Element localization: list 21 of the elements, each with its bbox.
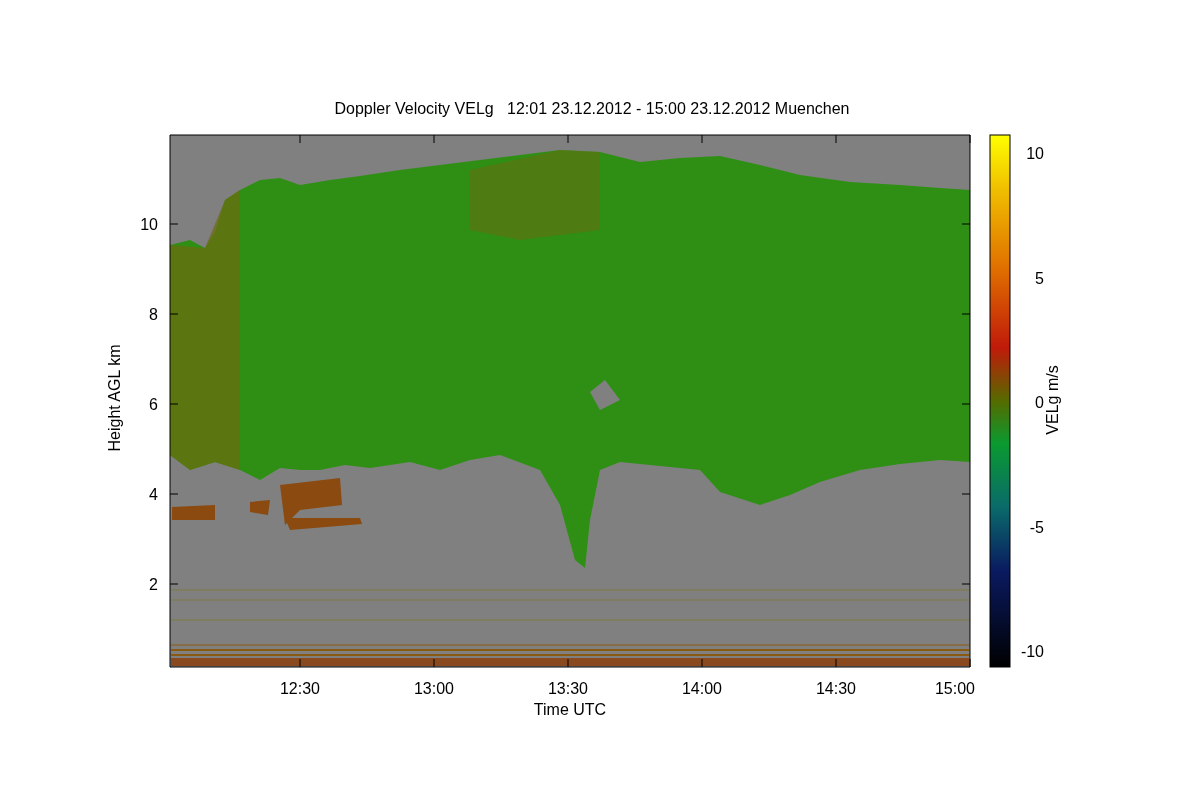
colorbar-tick-label: -5: [1029, 518, 1044, 536]
y-tick-label: 4: [149, 486, 158, 503]
y-tick-label: 10: [140, 216, 158, 233]
colorbar-tick-label: -10: [1020, 643, 1044, 660]
colorbar-tick-label: 5: [1035, 269, 1044, 287]
y-tick-label: 2: [149, 576, 158, 593]
x-tick-label: 14:00: [682, 680, 722, 697]
y-tick-label: 8: [149, 306, 158, 323]
x-axis-label: Time UTC: [533, 701, 607, 718]
y-tick-label: 6: [149, 396, 158, 413]
x-tick-label: 15:00: [935, 680, 975, 697]
colorbar-tick-label: 10: [1026, 145, 1044, 162]
x-tick-label: 13:30: [548, 680, 588, 697]
x-tick-label: 14:30: [816, 680, 856, 697]
echo-gap: [590, 380, 620, 410]
y-axis-label: Height AGL km: [106, 344, 123, 452]
x-tick-label: 12:30: [280, 680, 320, 697]
x-tick-label: 13:00: [414, 680, 454, 697]
colorbar-label: VELg m/s: [1044, 365, 1061, 435]
chart-title: Doppler Velocity VELg 12:01 23.12.2012 - 15:00 23.12.2012 Muenchen: [334, 100, 850, 117]
colorbar-tick-label: 0: [1035, 394, 1044, 411]
